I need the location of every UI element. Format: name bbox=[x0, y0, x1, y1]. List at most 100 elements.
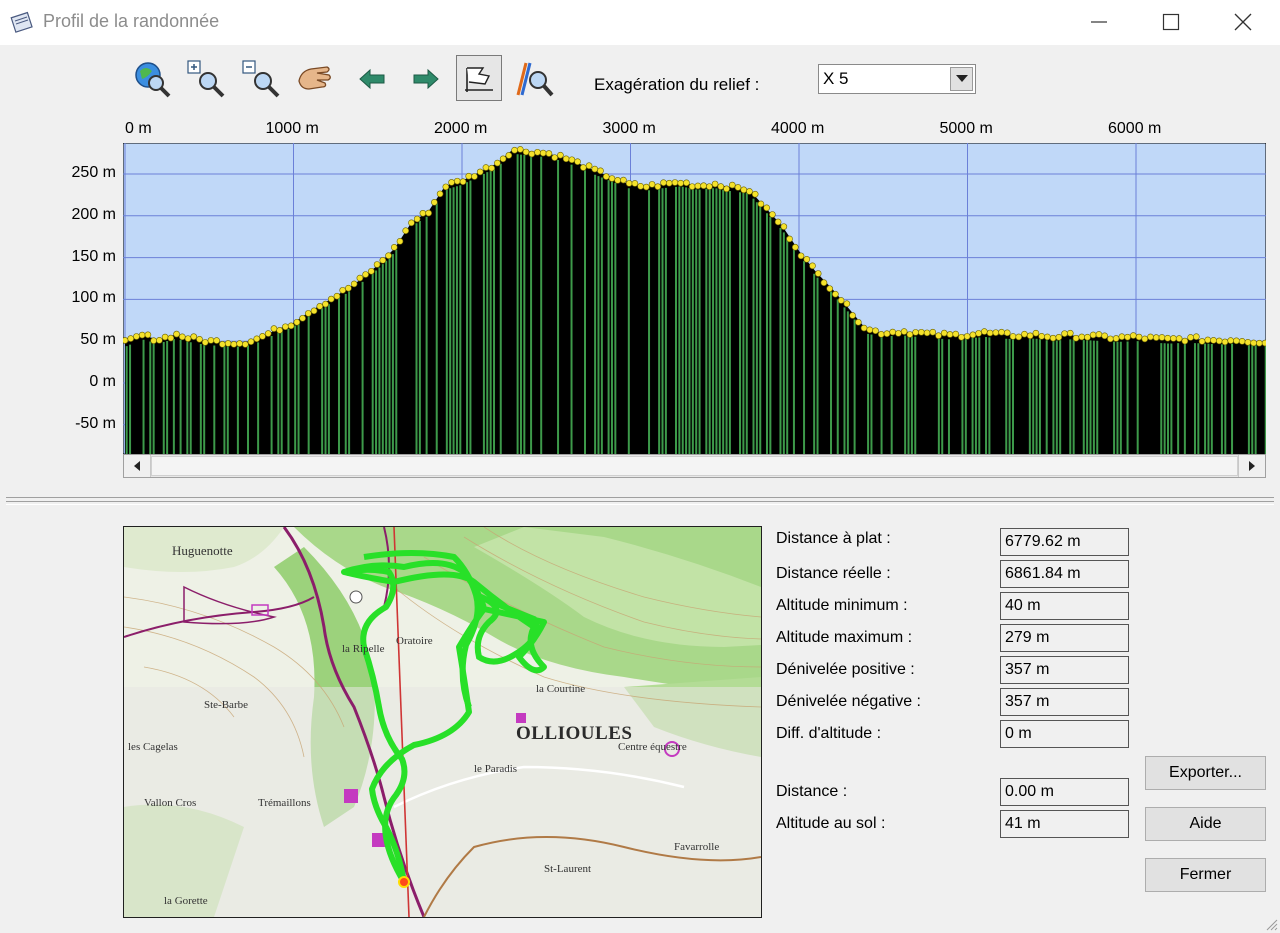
profile-point bbox=[557, 151, 564, 159]
scroll-right-button[interactable] bbox=[1238, 455, 1265, 477]
profile-point bbox=[734, 184, 742, 191]
profile-point bbox=[1003, 329, 1011, 337]
profile-point bbox=[431, 199, 438, 206]
profile-point bbox=[814, 270, 822, 277]
profile-point bbox=[362, 271, 369, 278]
stat-value: 357 m bbox=[1005, 661, 1050, 678]
stat-value-field: 6861.84 m bbox=[1000, 560, 1129, 588]
map-label-favarrolle: Favarrolle bbox=[674, 841, 720, 853]
arrow-right-button[interactable] bbox=[404, 57, 448, 101]
profile-point bbox=[625, 180, 633, 187]
stat-value-field: 0.00 m bbox=[1000, 778, 1129, 806]
close-icon bbox=[1234, 13, 1252, 31]
profile-point bbox=[769, 211, 776, 218]
profile-point bbox=[242, 341, 249, 348]
stat-label: Altitude minimum : bbox=[776, 597, 908, 614]
zoom-in-icon bbox=[187, 60, 225, 98]
title-bar: Profil de la randonnée bbox=[0, 0, 1280, 45]
pan-hand-button[interactable] bbox=[293, 57, 337, 101]
profile-point bbox=[1147, 333, 1154, 341]
topo-map-graphic bbox=[124, 527, 761, 917]
profile-point bbox=[173, 330, 180, 338]
elevation-profile-chart[interactable] bbox=[123, 143, 1266, 454]
profile-point bbox=[797, 252, 805, 260]
minimize-button[interactable] bbox=[1064, 0, 1134, 45]
profile-point bbox=[488, 164, 495, 172]
profile-point bbox=[494, 159, 501, 167]
flag-pin-icon bbox=[465, 67, 493, 92]
profile-point bbox=[580, 164, 587, 171]
profile-scrollbar[interactable] bbox=[123, 454, 1266, 478]
stat-value: 40 m bbox=[1005, 597, 1041, 614]
profile-point bbox=[791, 243, 799, 251]
stat-value: 6779.62 m bbox=[1005, 533, 1081, 550]
profile-point bbox=[912, 329, 919, 336]
dropdown-arrow-button[interactable] bbox=[950, 67, 973, 91]
maximize-button[interactable] bbox=[1136, 0, 1206, 45]
y-tick-label: 0 m bbox=[89, 373, 116, 390]
relief-select[interactable]: X 5 bbox=[818, 64, 976, 94]
profile-point bbox=[780, 223, 788, 230]
profile-point bbox=[150, 337, 157, 344]
profile-point bbox=[1187, 334, 1194, 341]
scroll-left-button[interactable] bbox=[124, 455, 151, 477]
profile-point bbox=[1078, 333, 1086, 341]
close-dialog-button[interactable]: Fermer bbox=[1145, 858, 1266, 892]
scroll-track[interactable] bbox=[151, 456, 1238, 476]
map-label-st-laurent: St-Laurent bbox=[544, 863, 592, 875]
profile-point bbox=[144, 331, 152, 339]
stat-label: Dénivelée négative : bbox=[776, 693, 921, 710]
help-button[interactable]: Aide bbox=[1145, 807, 1266, 841]
profile-point bbox=[1055, 333, 1063, 341]
profile-point bbox=[1250, 339, 1257, 347]
chevron-down-icon bbox=[956, 75, 968, 82]
profile-point bbox=[1061, 330, 1068, 337]
stat-value-field: 41 m bbox=[1000, 810, 1129, 838]
route-zoom-button[interactable] bbox=[512, 57, 556, 101]
profile-point bbox=[631, 180, 639, 187]
profile-point bbox=[476, 168, 484, 176]
profile-point bbox=[935, 332, 942, 340]
arrow-left-button[interactable] bbox=[350, 57, 394, 101]
globe-zoom-button[interactable] bbox=[130, 57, 174, 101]
profile-point bbox=[373, 261, 381, 268]
profile-point bbox=[786, 235, 793, 243]
profile-point bbox=[293, 318, 301, 326]
triangle-left-icon bbox=[134, 461, 140, 471]
map-label-tremaillons: Trémaillons bbox=[258, 797, 311, 809]
profile-point bbox=[196, 335, 203, 343]
route-map[interactable]: Huguenotte Oratoire la Ripelle la Courti… bbox=[123, 526, 762, 918]
profile-point bbox=[1009, 333, 1017, 340]
profile-point bbox=[379, 256, 387, 264]
stat-value-field: 40 m bbox=[1000, 592, 1129, 620]
profile-point bbox=[419, 209, 427, 217]
profile-point bbox=[1026, 332, 1034, 340]
x-tick-label: 3000 m bbox=[602, 120, 656, 137]
x-tick-label: 6000 m bbox=[1108, 120, 1162, 137]
profile-point bbox=[1261, 339, 1266, 347]
profile-point bbox=[591, 165, 599, 173]
profile-point bbox=[906, 331, 914, 338]
profile-point bbox=[522, 148, 530, 156]
resize-grip-icon[interactable] bbox=[1264, 917, 1278, 931]
x-tick-label: 0 m bbox=[125, 120, 152, 137]
y-tick-label: 250 m bbox=[71, 164, 116, 181]
profile-point bbox=[969, 331, 977, 339]
x-tick-label: 5000 m bbox=[939, 120, 993, 137]
export-button[interactable]: Exporter... bbox=[1145, 756, 1266, 790]
flag-pin-button[interactable] bbox=[456, 55, 502, 101]
profile-point bbox=[1066, 329, 1074, 337]
zoom-in-button[interactable] bbox=[184, 57, 228, 101]
close-button[interactable] bbox=[1208, 0, 1278, 45]
profile-point bbox=[843, 300, 851, 308]
panel-splitter[interactable] bbox=[6, 497, 1274, 505]
profile-point bbox=[224, 340, 232, 347]
profile-point bbox=[305, 310, 312, 317]
profile-point bbox=[327, 295, 335, 303]
profile-point bbox=[981, 328, 988, 335]
profile-point bbox=[333, 292, 341, 300]
zoom-out-button[interactable] bbox=[239, 57, 283, 101]
profile-point bbox=[660, 179, 667, 186]
profile-point bbox=[694, 182, 702, 190]
profile-point bbox=[299, 314, 306, 322]
